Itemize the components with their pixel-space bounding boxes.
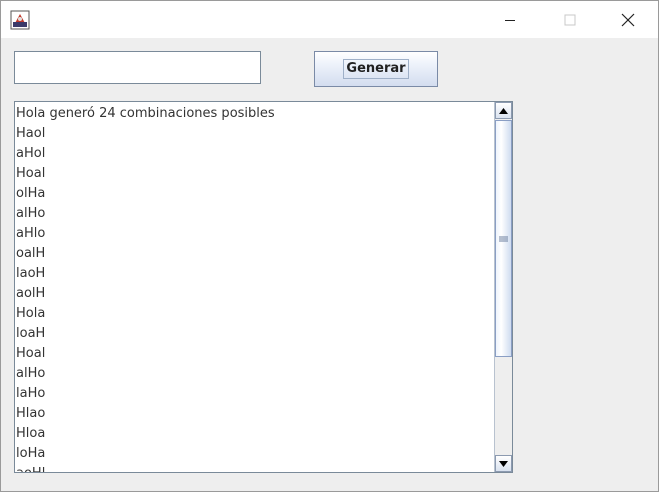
result-line: laHo xyxy=(16,386,46,401)
result-line: oalH xyxy=(16,246,46,261)
results-text-area[interactable]: Hola generó 24 combinaciones posibles Hao… xyxy=(14,101,513,473)
result-line: Hola xyxy=(16,306,46,321)
result-line: Hoal xyxy=(16,166,46,181)
result-line: aHol xyxy=(16,146,46,161)
word-input[interactable] xyxy=(14,51,261,84)
generate-button-label: Generar xyxy=(343,59,409,79)
maximize-button[interactable] xyxy=(547,1,593,38)
result-line: aoHl xyxy=(15,464,494,472)
result-line: alHo xyxy=(16,366,46,381)
grip-icon xyxy=(499,236,508,241)
app-window: Generar Hola generó 24 combinaciones pos… xyxy=(0,0,659,492)
close-icon xyxy=(621,13,635,26)
vertical-scrollbar[interactable] xyxy=(494,102,512,472)
result-line: alHo xyxy=(16,206,46,221)
result-line: Haol xyxy=(16,126,46,141)
results-content: Hola generó 24 combinaciones posibles Hao… xyxy=(15,102,494,472)
arrow-up-icon xyxy=(499,107,508,114)
result-line: Hloa xyxy=(16,426,46,441)
result-line: Hola generó 24 combinaciones posibles xyxy=(16,106,275,121)
result-line: Hlao xyxy=(16,406,46,421)
minimize-button[interactable] xyxy=(487,1,533,38)
title-bar[interactable] xyxy=(1,1,658,38)
generate-button[interactable]: Generar xyxy=(314,51,438,87)
close-button[interactable] xyxy=(605,1,651,38)
result-line: laoH xyxy=(16,266,46,281)
arrow-down-icon xyxy=(499,460,508,467)
result-line: olHa xyxy=(16,186,46,201)
scroll-thumb[interactable] xyxy=(495,120,512,357)
result-line: aolH xyxy=(16,286,46,301)
result-line: loHa xyxy=(16,446,46,461)
scroll-up-button[interactable] xyxy=(495,102,512,119)
java-app-icon xyxy=(10,10,30,30)
result-line: Hoal xyxy=(16,346,46,361)
maximize-icon xyxy=(564,14,576,25)
scroll-down-button[interactable] xyxy=(495,455,512,472)
minimize-icon xyxy=(505,19,515,21)
client-area: Generar Hola generó 24 combinaciones pos… xyxy=(1,38,658,491)
result-line: aHlo xyxy=(16,226,46,241)
result-line: loaH xyxy=(16,326,46,341)
